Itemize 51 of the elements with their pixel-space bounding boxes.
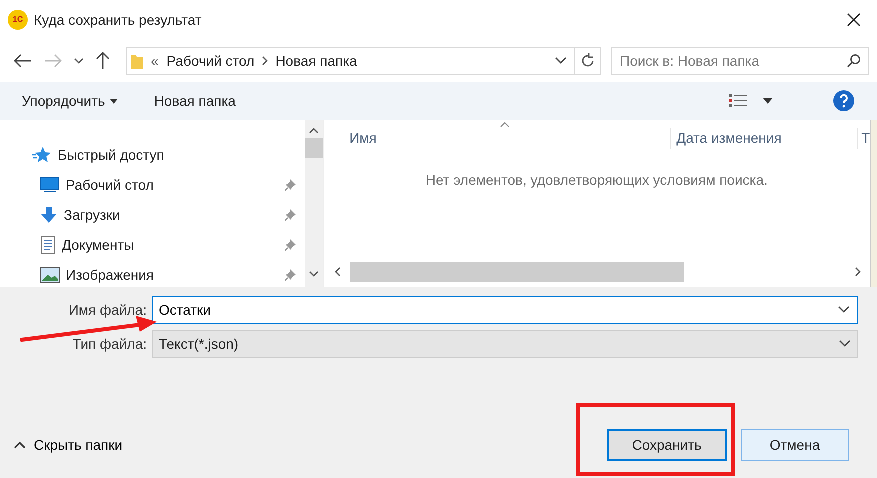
breadcrumb-item[interactable]: Рабочий стол	[166, 50, 255, 72]
dropdown-icon	[555, 57, 568, 65]
scroll-down-icon[interactable]	[308, 271, 319, 277]
folder-icon	[131, 53, 143, 69]
view-options-icon[interactable]	[729, 94, 749, 108]
sort-icon	[500, 122, 510, 128]
document-icon	[40, 236, 56, 254]
scroll-thumb[interactable]	[350, 262, 684, 282]
navigation-item[interactable]: Загрузки	[32, 200, 305, 230]
navigation-item[interactable]: Документы	[32, 230, 305, 260]
window-title: Куда сохранить результат	[34, 10, 202, 30]
image-icon	[40, 267, 60, 283]
monitor-icon	[40, 177, 60, 193]
scroll-thumb[interactable]	[304, 138, 323, 158]
overflow-chevron[interactable]: «	[151, 50, 159, 72]
close-icon	[846, 12, 862, 28]
column-header[interactable]: Имя	[350, 128, 670, 149]
scroll-up-icon[interactable]	[308, 128, 319, 134]
download-icon	[40, 206, 58, 224]
caret-icon	[110, 98, 118, 104]
star-icon	[32, 146, 52, 164]
chevron-icon	[262, 56, 269, 66]
organize-menu[interactable]: Упорядочить	[22, 90, 118, 112]
file-type-label: Тип файла:	[72, 334, 148, 354]
dropdown-icon	[839, 340, 851, 348]
caret-icon[interactable]	[763, 98, 773, 104]
file-name-field[interactable]: Остатки	[152, 296, 858, 324]
refresh-icon	[580, 53, 596, 69]
dropdown-icon	[838, 306, 850, 314]
save-button[interactable]: Сохранить	[607, 429, 727, 461]
column-header[interactable]: Дата изменения	[670, 128, 857, 149]
refresh-button[interactable]	[575, 47, 601, 75]
scroll-left-icon[interactable]	[334, 267, 342, 277]
navigation-item[interactable]: Рабочий стол	[32, 170, 305, 200]
app-logo: 1С	[8, 10, 28, 30]
address-field[interactable]: « Рабочий стол Новая папка	[126, 47, 576, 75]
help-icon[interactable]	[833, 90, 855, 112]
hide-folders-button[interactable]: Скрыть папки	[14, 434, 123, 456]
scroll-right-icon[interactable]	[854, 267, 862, 277]
breadcrumb-item[interactable]: Новая папка	[276, 50, 358, 72]
collapse-icon	[14, 441, 26, 449]
file-type-dropdown[interactable]: Текст(*.json)	[152, 330, 858, 358]
scrollbar[interactable]	[304, 120, 323, 287]
navigation-item[interactable]: Изображения	[32, 260, 305, 287]
file-name-label: Имя файла:	[68, 300, 148, 320]
new-folder-button[interactable]: Новая папка	[154, 90, 236, 112]
cancel-button[interactable]: Отмена	[741, 429, 849, 461]
search-field[interactable]: Поиск в: Новая папка	[611, 47, 869, 75]
navigation-item[interactable]: Быстрый доступ	[32, 140, 305, 170]
search-icon	[847, 54, 861, 68]
empty-message: Нет элементов, удовлетворяющих условиям поиска.	[426, 172, 768, 188]
